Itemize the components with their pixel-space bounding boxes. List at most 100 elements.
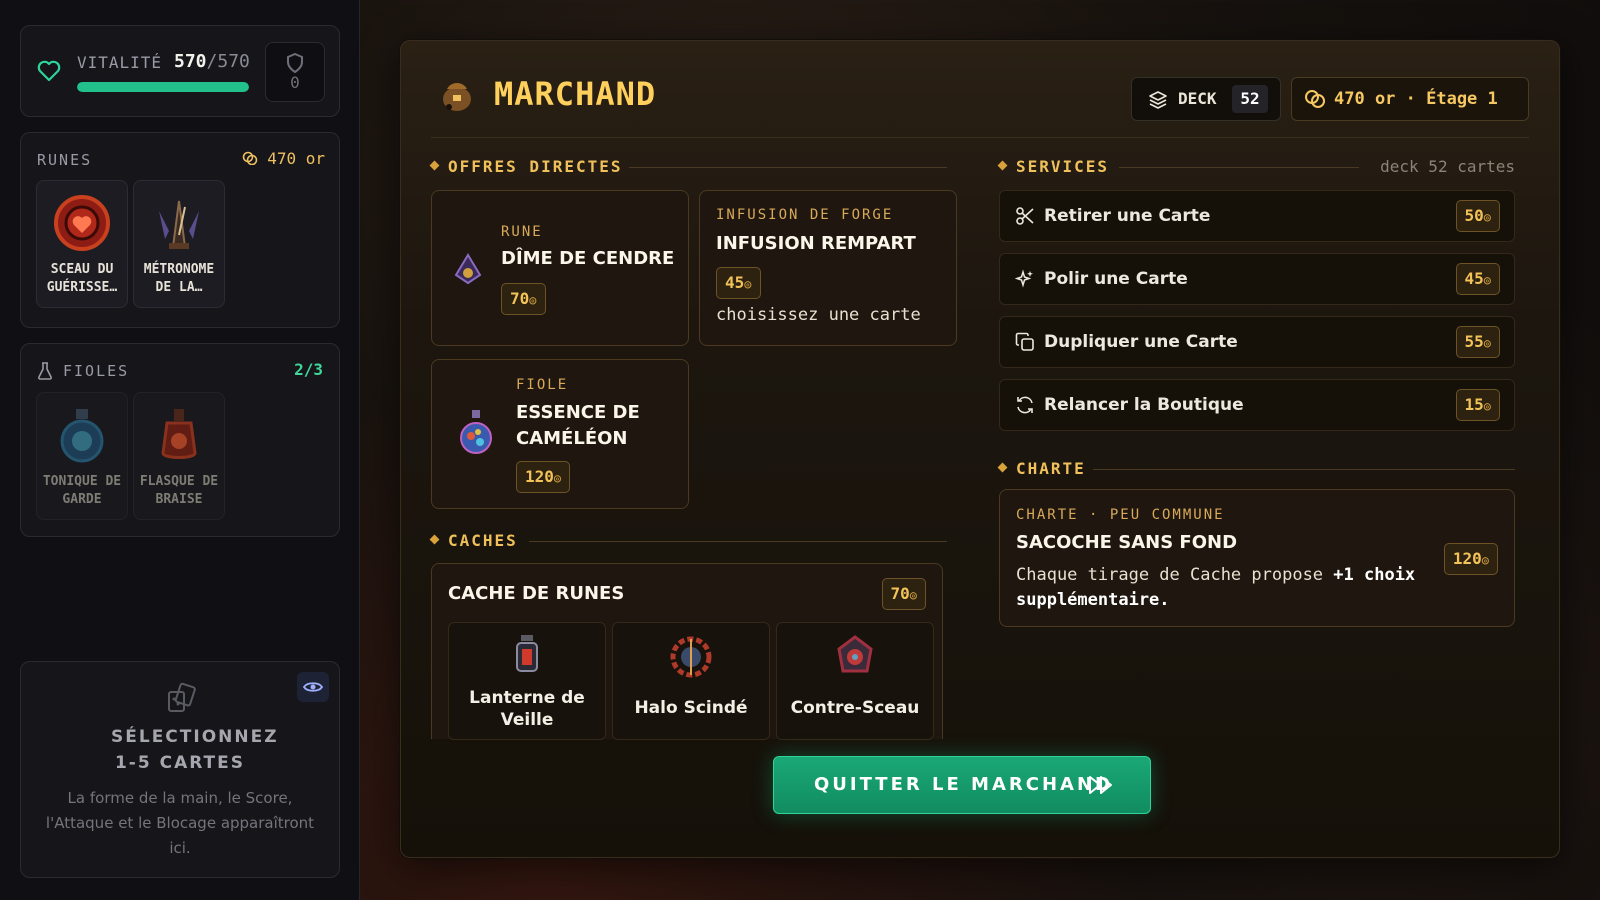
offer-card-rune[interactable]: RUNE DÎME DE CENDRE 70◎ xyxy=(431,190,689,346)
preview-toggle-button[interactable] xyxy=(297,672,329,702)
block-value: 0 xyxy=(290,73,300,92)
coin-icon: ◎ xyxy=(529,293,537,307)
price-value: 70 xyxy=(890,584,910,603)
merchant-panel: MARCHAND DECK 52 470 or · Étage 1 OFFRES… xyxy=(400,40,1560,858)
charter-category: CHARTE · PEU COMMUNE xyxy=(1016,507,1225,523)
vitality-bar-fill xyxy=(77,82,249,92)
flask-icon xyxy=(38,362,52,380)
lantern-icon xyxy=(449,633,605,683)
offer-price: 45◎ xyxy=(716,267,761,299)
gold-floor-chip: 470 or · Étage 1 xyxy=(1291,77,1529,121)
rune-slot[interactable]: SCEAU DU GUÉRISSE… xyxy=(36,180,128,308)
charter-description: Chaque tirage de Cache propose +1 choix … xyxy=(1016,563,1436,613)
caches-section-title: CACHES xyxy=(431,531,518,550)
selection-panel: SÉLECTIONNEZ 1-5 CARTES La forme de la m… xyxy=(20,661,340,878)
cache-price: 70◎ xyxy=(881,578,926,610)
ash-rune-icon xyxy=(454,253,482,285)
split-halo-icon xyxy=(613,633,769,683)
service-price: 55◎ xyxy=(1455,326,1500,358)
merchant-bag-icon xyxy=(443,83,471,111)
cache-item[interactable]: Contre-Sceau xyxy=(776,622,934,740)
deck-button[interactable]: DECK 52 xyxy=(1131,77,1281,121)
charter-section-title: CHARTE xyxy=(999,459,1086,478)
block-counter: 0 xyxy=(265,42,325,102)
offer-card-infusion[interactable]: INFUSION DE FORGE INFUSION REMPART 45◎ c… xyxy=(699,190,957,346)
coins-icon xyxy=(242,151,257,166)
price-value: 120 xyxy=(1452,549,1482,568)
fioles-panel: FIOLES 2/3 TONIQUE DE GARDE FLASQUE DE B… xyxy=(20,343,340,537)
heart-icon xyxy=(37,60,61,82)
charter-name: SACOCHE SANS FOND xyxy=(1016,532,1238,553)
cache-item-name: Halo Scindé xyxy=(634,698,748,718)
layers-icon xyxy=(1149,91,1167,109)
coin-icon: ◎ xyxy=(744,277,752,291)
service-label: Polir une Carte xyxy=(1044,269,1188,289)
charter-desc-text: Chaque tirage de Cache propose xyxy=(1016,565,1334,585)
offers-section-title: OFFRES DIRECTES xyxy=(431,157,623,176)
section-divider xyxy=(529,541,947,542)
coin-icon: ◎ xyxy=(1483,399,1491,413)
cache-item[interactable]: Halo Scindé xyxy=(612,622,770,740)
fiole-slot[interactable]: FLASQUE DE BRAISE xyxy=(133,392,225,520)
offer-name: ESSENCE DE CAMÉLÉON xyxy=(516,402,640,449)
offer-card-fiole[interactable]: FIOLE ESSENCE DE CAMÉLÉON 120◎ xyxy=(431,359,689,509)
offer-category: FIOLE xyxy=(516,377,569,393)
offer-category: RUNE xyxy=(501,224,543,240)
service-duplicate-card[interactable]: Dupliquer une Carte 55◎ xyxy=(999,316,1515,368)
runes-gold: 470 or xyxy=(242,149,325,168)
service-price: 45◎ xyxy=(1455,263,1500,295)
rune-name: SCEAU DU GUÉRISSE… xyxy=(46,262,118,295)
coin-icon: ◎ xyxy=(909,588,917,602)
fiole-name: FLASQUE DE BRAISE xyxy=(139,474,219,507)
section-divider xyxy=(1093,469,1515,470)
runes-panel: RUNES 470 or SCEAU DU GUÉRISSE… MÉTRONOM… xyxy=(20,132,340,328)
metronome-icon xyxy=(134,191,224,255)
counter-seal-icon xyxy=(777,633,933,683)
fast-forward-icon xyxy=(1089,776,1112,794)
section-divider xyxy=(629,167,947,168)
offer-name: INFUSION REMPART xyxy=(716,233,916,254)
cache-item[interactable]: Lanterne de Veille xyxy=(448,622,606,740)
section-divider xyxy=(1119,167,1359,168)
coin-icon: ◎ xyxy=(1481,553,1489,567)
merchant-title: MARCHAND xyxy=(494,75,657,113)
service-label: Relancer la Boutique xyxy=(1044,395,1244,415)
service-remove-card[interactable]: Retirer une Carte 50◎ xyxy=(999,190,1515,242)
fioles-title: FIOLES xyxy=(63,362,130,380)
gold-floor-text: 470 or · Étage 1 xyxy=(1334,89,1498,109)
rune-cache-card[interactable]: CACHE DE RUNES 70◎ Lanterne de Veille Ha… xyxy=(431,563,943,740)
runes-gold-text: 470 or xyxy=(267,149,325,168)
quit-merchant-button[interactable]: QUITTER LE MARCHAND xyxy=(773,756,1151,814)
vitality-bar xyxy=(77,82,249,92)
service-reroll-shop[interactable]: Relancer la Boutique 15◎ xyxy=(999,379,1515,431)
vitality-max: /570 xyxy=(206,51,250,72)
runes-title: RUNES xyxy=(37,151,93,169)
cache-name: CACHE DE RUNES xyxy=(448,583,625,604)
coin-icon: ◎ xyxy=(1483,273,1491,287)
fioles-count: 2/3 xyxy=(294,360,323,379)
services-note: deck 52 cartes xyxy=(1380,157,1515,176)
header-divider xyxy=(431,137,1529,138)
chameleon-flask-icon xyxy=(460,410,492,454)
service-label: Dupliquer une Carte xyxy=(1044,332,1238,352)
offer-category: INFUSION DE FORGE xyxy=(716,207,894,223)
offer-note: choisissez une carte xyxy=(716,305,921,325)
deck-count: 52 xyxy=(1232,85,1268,113)
rune-slot[interactable]: MÉTRONOME DE LA… xyxy=(133,180,225,308)
vitality-label: VITALITÉ xyxy=(77,53,163,72)
coin-icon: ◎ xyxy=(1483,210,1491,224)
quit-label: QUITTER LE MARCHAND xyxy=(814,774,1113,795)
blue-flask-icon xyxy=(37,403,127,467)
price-value: 45 xyxy=(725,273,745,292)
red-seal-icon xyxy=(37,191,127,255)
price-value: 55 xyxy=(1464,332,1484,351)
cache-item-name: Lanterne de Veille xyxy=(469,688,585,730)
fiole-slot[interactable]: TONIQUE DE GARDE xyxy=(36,392,128,520)
service-polish-card[interactable]: Polir une Carte 45◎ xyxy=(999,253,1515,305)
eye-icon xyxy=(303,682,323,692)
charter-card[interactable]: CHARTE · PEU COMMUNE SACOCHE SANS FOND C… xyxy=(999,489,1515,627)
coin-icon: ◎ xyxy=(1483,336,1491,350)
red-flask-icon xyxy=(134,403,224,467)
vitality-value: 570/570 xyxy=(174,51,250,72)
copy-icon xyxy=(1015,332,1034,351)
